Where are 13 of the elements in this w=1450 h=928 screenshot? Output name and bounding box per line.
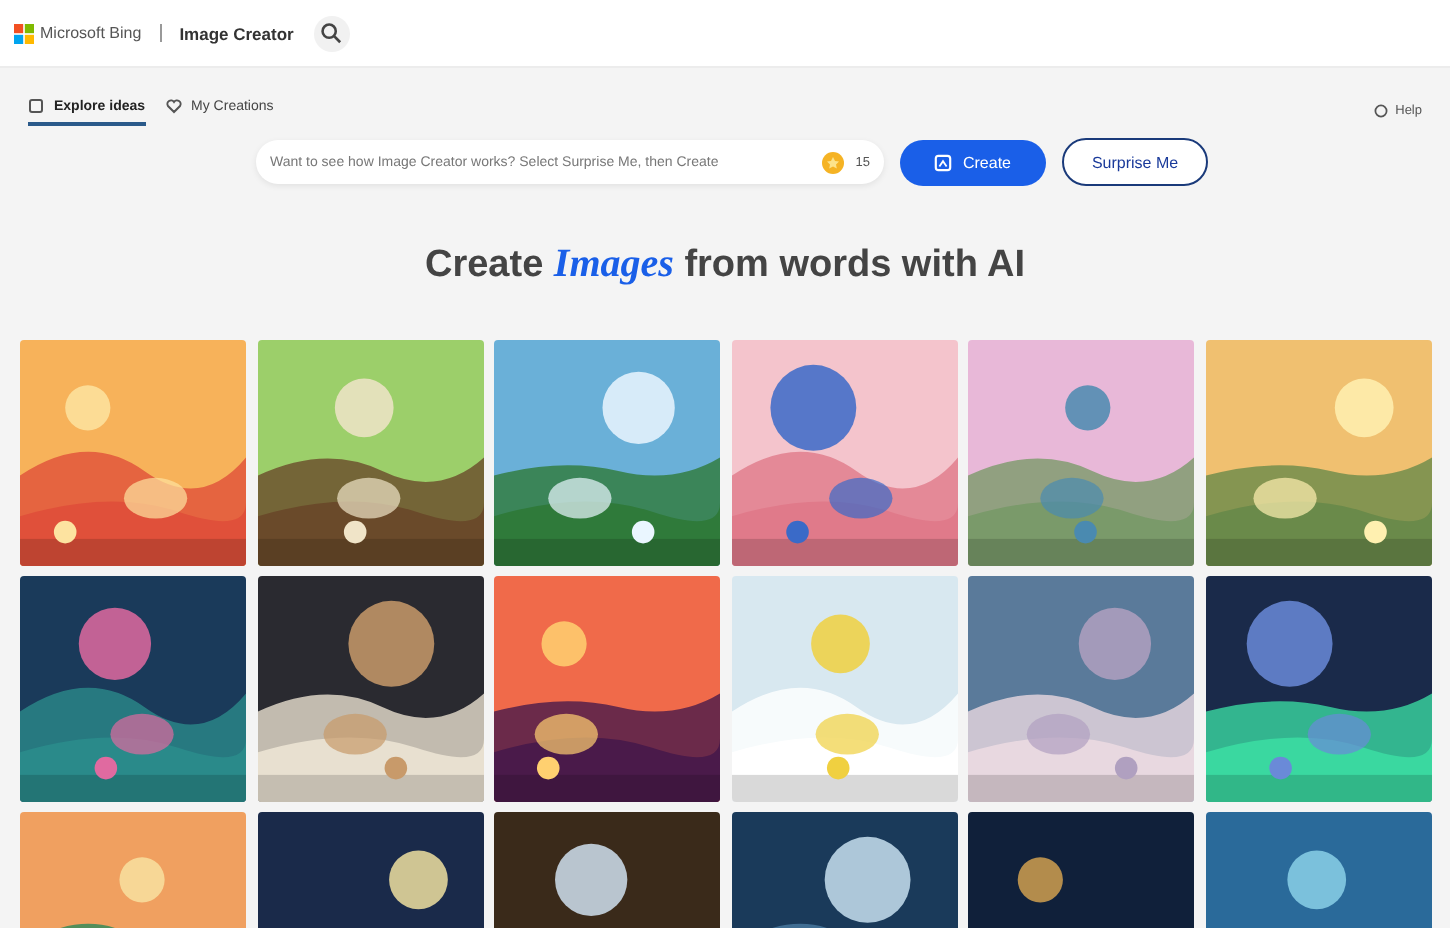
image-icon (934, 153, 953, 171)
create-button[interactable]: Create (900, 139, 1046, 185)
search-icon (320, 22, 343, 44)
coin-icon (821, 151, 844, 173)
logo-icon (14, 23, 34, 43)
page-heading: Create Images from words with AI (423, 242, 1027, 288)
brand-name[interactable]: Microsoft Bing (40, 24, 142, 42)
heart-icon (165, 98, 182, 114)
product-name[interactable]: Image Creator (179, 23, 294, 43)
surprise-me-button[interactable]: Surprise Me (1062, 138, 1208, 186)
square-icon (28, 98, 44, 114)
search-button[interactable] (313, 15, 350, 51)
help-icon (1373, 103, 1388, 117)
